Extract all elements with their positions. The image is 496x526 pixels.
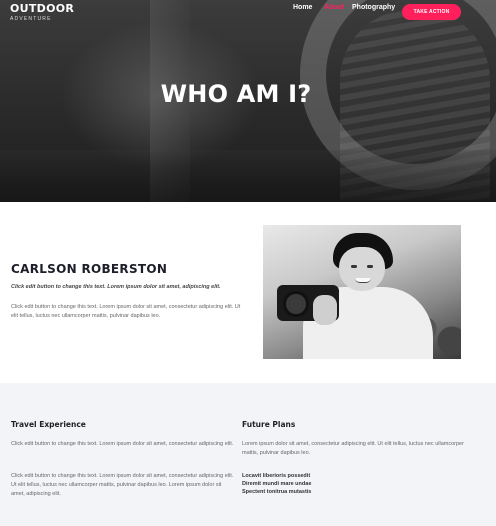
list-item: Diremit mundi mare undae: [242, 481, 312, 487]
photo-eye-right: [367, 265, 373, 268]
list-item: Locavit liberioris possedit: [242, 473, 311, 479]
hero-background-shade: [0, 150, 496, 202]
travel-paragraph-2: Click edit button to change this text. L…: [11, 473, 234, 497]
take-action-button[interactable]: TAKE ACTION: [402, 4, 461, 20]
about-name-heading: CARLSON ROBERSTON: [11, 262, 168, 276]
hero-section: OUTDOOR ADVENTURE Home About Photography…: [0, 0, 496, 202]
about-body-text: Click edit button to change this text. L…: [11, 304, 241, 319]
nav-item-home[interactable]: Home: [293, 4, 312, 11]
travel-experience-heading: Travel Experience: [11, 420, 86, 429]
photo-hand: [313, 295, 337, 325]
photo-face: [339, 247, 385, 291]
list-item: Spectent tonitrua mutastis: [242, 489, 312, 495]
info-section: Travel Experience Click edit button to c…: [0, 383, 496, 526]
photo-smile: [355, 278, 371, 283]
future-plans-heading: Future Plans: [242, 420, 296, 429]
nav-item-photography[interactable]: Photography: [352, 4, 395, 11]
camera-lens: [283, 291, 309, 317]
portrait-photo: [263, 225, 461, 359]
photo-eye-left: [351, 265, 357, 268]
page-title: WHO AM I?: [160, 80, 312, 108]
about-tagline: Click edit button to change this text. L…: [11, 284, 221, 290]
future-paragraph: Lorem ipsum dolor sit amet, consectetur …: [242, 441, 464, 456]
travel-paragraph-1: Click edit button to change this text. L…: [11, 441, 234, 447]
nav-item-about[interactable]: About: [324, 4, 344, 11]
main-nav: Home About Photography TAKE ACTION: [0, 4, 496, 20]
future-plans-list: Locavit liberioris possedit Diremit mund…: [242, 472, 311, 496]
